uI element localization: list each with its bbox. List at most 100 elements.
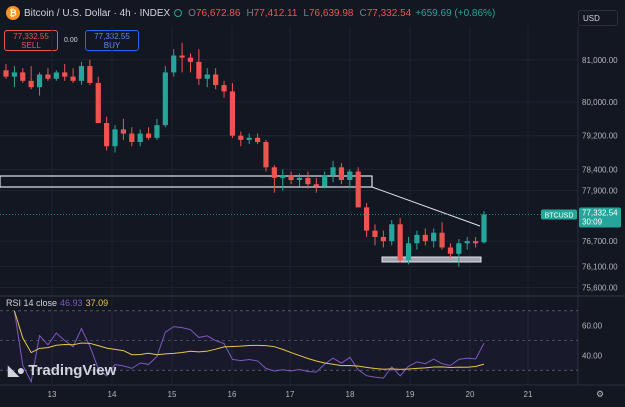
candle	[3, 63, 9, 79]
candle	[112, 125, 118, 153]
rsi-value: 46.93	[60, 298, 83, 308]
time-tick-label: 19	[406, 390, 415, 399]
candle	[36, 72, 43, 96]
candle	[347, 169, 353, 189]
candle	[473, 236, 479, 248]
time-tick-label: 20	[466, 390, 475, 399]
candle-body	[422, 234, 428, 242]
candle-body	[456, 243, 462, 254]
candles	[3, 42, 487, 267]
candle	[204, 68, 210, 88]
candle	[254, 133, 261, 145]
candle-body	[53, 72, 59, 79]
price-chart[interactable]: 81,000.00 80,000.00 79,200.00 78,400.00 77,9…	[0, 0, 625, 407]
rsi-tick-label: 60.00	[582, 322, 603, 331]
candle-body	[322, 175, 328, 187]
candle-body	[221, 85, 227, 92]
time-axis[interactable]: 13 14 15 16 17 18 19 20 21 ⚙	[0, 384, 625, 399]
candle-body	[137, 133, 143, 143]
candle-body	[70, 76, 76, 81]
candle-body	[397, 224, 403, 261]
price-axis[interactable]: 81,000.00 80,000.00 79,200.00 78,400.00 77,9…	[582, 56, 618, 293]
candle	[322, 171, 328, 189]
candle-body	[330, 167, 336, 176]
candle-body	[355, 171, 361, 208]
candle-body	[481, 214, 487, 243]
candle-body	[280, 175, 286, 178]
candle	[154, 118, 160, 140]
candle	[229, 82, 236, 138]
candle-body	[120, 129, 127, 134]
candle	[439, 222, 445, 250]
candle	[53, 70, 59, 81]
candle-body	[62, 72, 68, 77]
candle	[87, 59, 93, 86]
candle-body	[389, 224, 395, 242]
price-tick-label: 76,700.00	[582, 237, 618, 246]
candle-body	[112, 129, 118, 147]
time-tick-label: 16	[228, 390, 237, 399]
rsi-label: RSI 14 close	[6, 298, 58, 308]
tradingview-icon: ◣●	[8, 362, 25, 378]
candle-body	[36, 74, 43, 88]
price-tick-label: 78,400.00	[582, 165, 618, 174]
tradingview-logo: ◣● TradingView	[8, 362, 116, 379]
candle-body	[11, 72, 17, 77]
candle-body	[171, 55, 177, 73]
candle-body	[439, 232, 445, 248]
candle	[238, 131, 244, 147]
candle-body	[104, 123, 110, 147]
price-tag-countdown: 30:09	[582, 217, 603, 226]
candle-body	[213, 74, 219, 86]
candle	[120, 118, 127, 140]
candle	[414, 230, 420, 250]
candle-body	[28, 80, 34, 88]
candle-body	[405, 243, 412, 261]
time-tick-label: 14	[108, 390, 117, 399]
candle-body	[271, 167, 277, 178]
time-tick-label: 21	[524, 390, 533, 399]
candle-body	[254, 137, 261, 143]
candle-body	[187, 57, 194, 62]
candle	[246, 133, 252, 145]
candle-body	[473, 241, 479, 244]
support-zone	[381, 256, 482, 263]
rsi-ma-value: 37.09	[85, 298, 109, 308]
price-tick-label: 81,000.00	[582, 56, 618, 65]
candle	[95, 76, 101, 124]
price-tick-label: 77,900.00	[582, 187, 618, 196]
candle-body	[447, 247, 454, 254]
candle-body	[431, 232, 437, 242]
candle	[78, 61, 85, 86]
brand-name: TradingView	[28, 362, 117, 379]
candle	[62, 63, 68, 81]
candle-body	[380, 236, 386, 242]
candle-body	[129, 133, 135, 143]
candle-body	[87, 66, 93, 83]
time-tick-label: 18	[346, 390, 355, 399]
candle	[263, 139, 269, 172]
candle	[196, 49, 202, 86]
price-tick-label: 79,200.00	[582, 132, 618, 141]
candle	[28, 66, 34, 90]
candle	[481, 211, 487, 244]
time-tick-label: 15	[168, 390, 177, 399]
candle	[179, 42, 185, 73]
symbol-tag: BTCUSD	[545, 212, 574, 219]
candle	[213, 68, 219, 90]
candle-body	[246, 137, 252, 140]
candle-body	[179, 55, 185, 58]
candle	[162, 66, 168, 128]
candle	[422, 228, 428, 246]
candle-body	[347, 171, 353, 180]
candle	[271, 165, 277, 193]
candle	[187, 53, 194, 73]
candle	[70, 68, 76, 83]
price-tick-label: 80,000.00	[582, 98, 618, 107]
candle-body	[288, 175, 294, 180]
trendline	[371, 186, 481, 227]
candle	[137, 129, 143, 147]
candle-body	[145, 133, 152, 138]
price-tick-label: 76,100.00	[582, 262, 618, 271]
candle	[464, 236, 470, 250]
